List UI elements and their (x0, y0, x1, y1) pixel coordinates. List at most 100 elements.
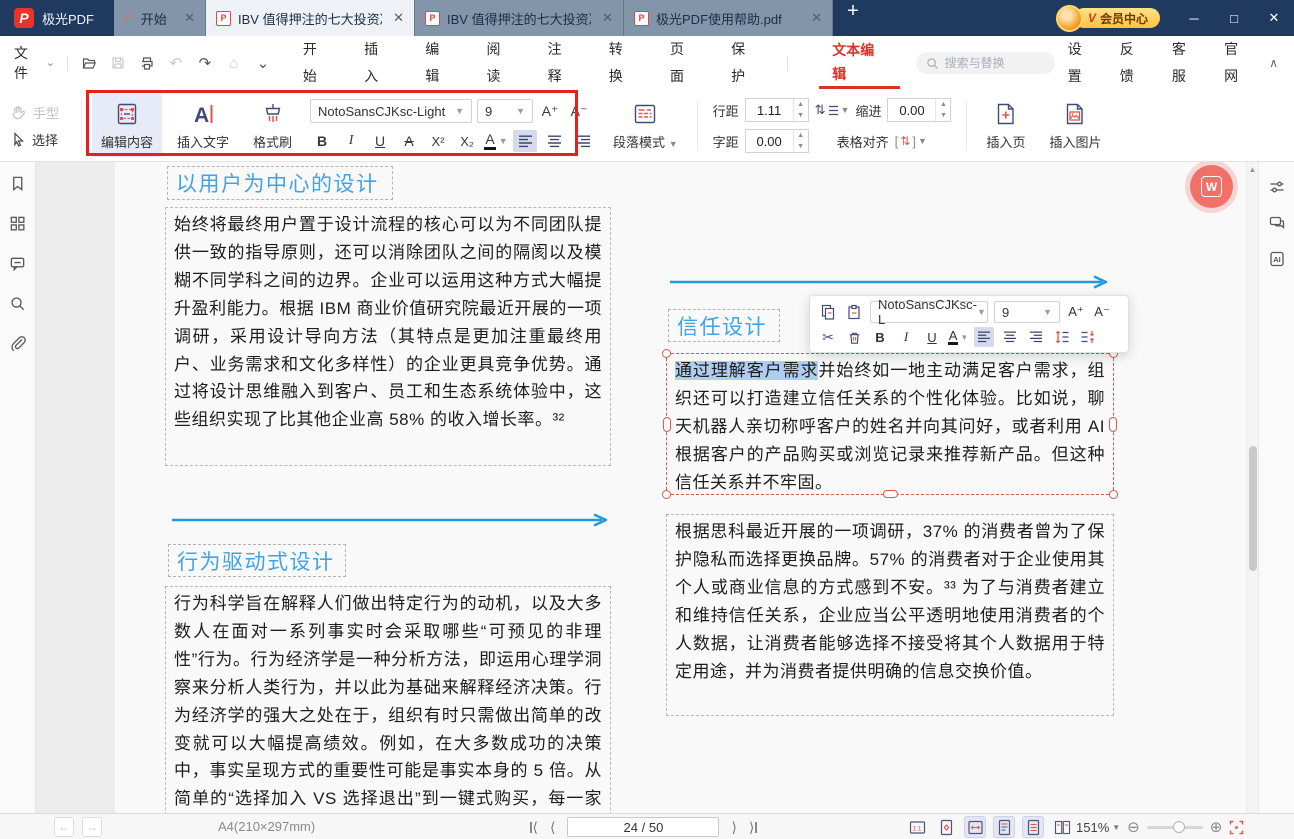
resize-handle-sw[interactable] (662, 490, 671, 499)
menu-item-website[interactable]: 官网 (1211, 36, 1263, 90)
zoom-slider[interactable] (1147, 826, 1203, 829)
actual-size-button[interactable]: 1:1 (906, 816, 928, 838)
align-center-button[interactable] (542, 130, 566, 152)
stepper[interactable]: ▲▼ (793, 99, 808, 121)
mini-font-color-button[interactable]: A▼ (948, 327, 968, 347)
menu-item-settings[interactable]: 设置 (1055, 36, 1107, 90)
doc-heading-trust[interactable]: 信任设计 (668, 309, 780, 342)
font-color-button[interactable]: A▼ (484, 130, 508, 152)
member-center[interactable]: V 会员中心 (1056, 5, 1160, 32)
zoom-level-select[interactable]: 151%▼ (1076, 820, 1120, 835)
undo-icon[interactable]: ↶ (167, 54, 185, 72)
selected-text[interactable]: 通过理解客户需求 (675, 361, 818, 380)
fit-screen-icon[interactable] (1229, 820, 1244, 835)
open-file-icon[interactable] (80, 54, 98, 72)
ai-assistant-icon[interactable]: AI (1268, 250, 1286, 268)
doc-paragraph-user-centered[interactable]: 始终将最终用户置于设计流程的核心可以为不同团队提供一致的指导原则，还可以消除团队… (165, 207, 611, 466)
mini-font-family-select[interactable]: NotoSansCJKsc-L ▼ (870, 301, 988, 323)
menu-item-text-edit-active[interactable]: 文本编辑 (819, 38, 899, 89)
mini-bold-button[interactable]: B (870, 327, 890, 347)
format-painter-button[interactable]: 格式刷 (244, 94, 301, 157)
superscript-button[interactable]: X² (426, 130, 450, 152)
collapse-ribbon-icon[interactable]: ∧ (1263, 56, 1294, 70)
stepper[interactable]: ▲▼ (793, 130, 808, 152)
search-box[interactable] (916, 52, 1055, 74)
search-panel-icon[interactable] (9, 294, 27, 312)
bold-button[interactable]: B (310, 130, 334, 152)
hand-tool[interactable]: 手型 (10, 103, 74, 122)
home-view-icon[interactable]: ⌂ (225, 54, 243, 72)
doc-paragraph-behavior[interactable]: 行为科学旨在解释人们做出特定行为的动机，以及大多数人在面对一系列事实时会采取哪些… (165, 586, 611, 813)
insert-text-button[interactable]: A 插入文字 (168, 94, 238, 157)
select-tool[interactable]: 选择 (10, 130, 74, 149)
resize-handle-e[interactable] (1109, 417, 1117, 432)
scroll-up-icon[interactable]: ▲ (1247, 162, 1258, 174)
font-family-select[interactable]: NotoSansCJKsc-Light ▼ (310, 99, 472, 123)
first-page-button[interactable]: ⟨ (530, 819, 538, 836)
insert-page-button[interactable]: 插入页 (977, 94, 1034, 157)
vertical-scrollbar[interactable]: ▲ (1246, 162, 1258, 813)
mini-increase-font-button[interactable]: A⁺ (1066, 302, 1086, 322)
stepper[interactable]: ▲▼ (935, 99, 950, 121)
mini-decrease-font-button[interactable]: A⁻ (1092, 302, 1112, 322)
copy-icon[interactable] (818, 302, 838, 322)
menu-item-protect[interactable]: 保护 (714, 36, 775, 90)
continuous-scroll-button[interactable] (993, 816, 1015, 838)
menu-item-insert[interactable]: 插入 (347, 36, 408, 90)
thumbnails-icon[interactable] (9, 214, 27, 232)
resize-handle-w[interactable] (663, 417, 671, 432)
increase-line-spacing-icon[interactable] (1052, 327, 1072, 347)
comments-icon[interactable] (9, 254, 27, 272)
mini-font-size-select[interactable]: 9 ▼ (994, 301, 1060, 323)
two-page-button[interactable] (1051, 816, 1073, 838)
increase-font-button[interactable]: A⁺ (538, 100, 562, 122)
table-align-button[interactable]: [⇅]▼ (895, 134, 927, 149)
bookmark-icon[interactable] (9, 174, 27, 192)
menu-item-start[interactable]: 开始 (286, 36, 347, 90)
tab-document-1[interactable]: P IBV 值得押注的七大投资决... ✕ (206, 0, 415, 36)
resize-handle-se[interactable] (1109, 490, 1118, 499)
member-badge[interactable]: V 会员中心 (1074, 8, 1160, 28)
mini-underline-button[interactable]: U (922, 327, 942, 347)
menu-item-annotate[interactable]: 注释 (531, 36, 592, 90)
single-page-button[interactable] (1022, 816, 1044, 838)
paste-icon[interactable] (844, 302, 864, 322)
menu-item-convert[interactable]: 转换 (592, 36, 653, 90)
tab-document-2[interactable]: P IBV 值得押注的七大投资决... ✕ (415, 0, 624, 36)
delete-icon[interactable] (844, 327, 864, 347)
scrollbar-thumb[interactable] (1249, 446, 1257, 571)
tab-close-icon[interactable]: ✕ (811, 10, 822, 26)
save-icon[interactable] (109, 54, 127, 72)
tab-home[interactable]: ⌂ 开始 ✕ (114, 0, 206, 36)
chat-feedback-icon[interactable] (1268, 214, 1286, 232)
subscript-button[interactable]: X₂ (455, 130, 479, 152)
align-right-button[interactable] (571, 130, 595, 152)
doc-textbox-trust-active[interactable]: 通过理解客户需求并始终如一地主动满足客户需求，组织还可以打造建立信任关系的个性化… (666, 353, 1114, 495)
attachment-icon[interactable] (9, 334, 27, 352)
zoom-out-icon[interactable]: ⊖ (1127, 818, 1140, 836)
cut-icon[interactable]: ✂ (818, 327, 838, 347)
zoom-slider-knob[interactable] (1173, 821, 1185, 833)
fit-page-button[interactable] (935, 816, 957, 838)
paragraph-mode-button[interactable]: 段落模式 ▼ (604, 94, 687, 157)
doc-heading-user-centered[interactable]: 以用户为中心的设计 (167, 166, 393, 200)
tab-close-icon[interactable]: ✕ (184, 10, 195, 26)
tab-close-icon[interactable]: ✕ (393, 10, 404, 26)
indent-input[interactable]: 0.00 ▲▼ (887, 98, 951, 122)
minimize-button[interactable]: ─ (1174, 0, 1214, 36)
tab-close-icon[interactable]: ✕ (602, 10, 613, 26)
user-avatar[interactable] (1056, 5, 1083, 32)
doc-heading-behavior[interactable]: 行为驱动式设计 (168, 544, 346, 577)
view-forward-icon[interactable]: → (82, 817, 102, 837)
close-button[interactable]: ✕ (1254, 0, 1294, 36)
redo-icon[interactable]: ↷ (196, 54, 214, 72)
properties-sliders-icon[interactable] (1268, 178, 1286, 196)
decrease-font-button[interactable]: A⁻ (567, 100, 591, 122)
line-spacing-input[interactable]: 1.11 ▲▼ (745, 98, 809, 122)
edit-content-button[interactable]: 编辑内容 (92, 94, 162, 157)
menu-item-page[interactable]: 页面 (653, 36, 714, 90)
pdf-to-word-float-button[interactable]: W (1190, 165, 1233, 208)
font-size-select[interactable]: 9 ▼ (477, 99, 533, 123)
resize-handle-nw[interactable] (662, 349, 671, 358)
decrease-line-spacing-icon[interactable] (1078, 327, 1098, 347)
